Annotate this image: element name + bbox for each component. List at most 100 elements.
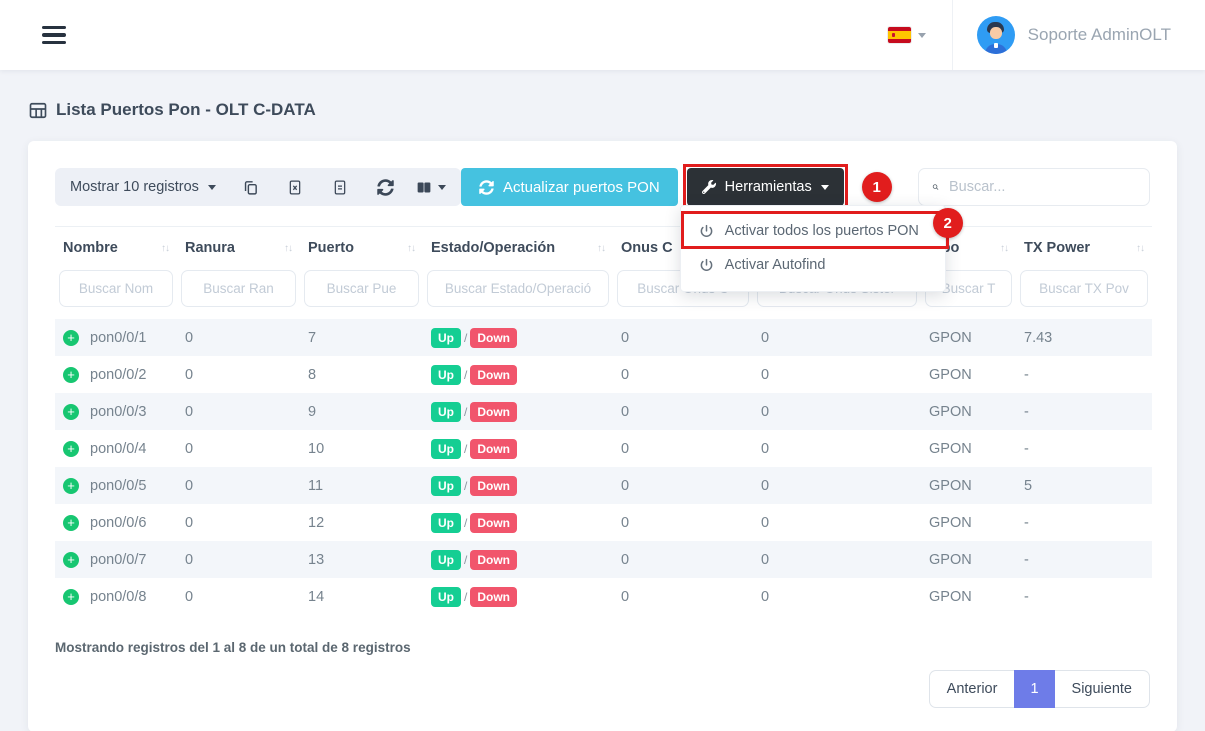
column-visibility-icon xyxy=(415,179,433,196)
cell-ranura: 0 xyxy=(177,430,300,467)
annotation-badge-2: 2 xyxy=(933,208,963,238)
status-up-badge[interactable]: Up xyxy=(431,513,461,533)
cell-estado: Up/Down xyxy=(423,467,613,504)
menu-item-2[interactable]: Activar Autofind xyxy=(681,248,945,282)
status-down-badge[interactable]: Down xyxy=(470,550,517,570)
search-icon xyxy=(932,179,939,195)
user-menu[interactable]: Soporte AdminOLT xyxy=(953,16,1205,54)
port-name: pon0/0/1 xyxy=(90,330,146,346)
pagination: Anterior1Siguiente xyxy=(929,670,1150,708)
expand-row-icon[interactable]: + xyxy=(63,367,79,383)
status-up-badge[interactable]: Up xyxy=(431,587,461,607)
cell-onus-sistema: 0 xyxy=(753,319,921,356)
name-cell-wrap: + pon0/0/5 xyxy=(55,467,177,504)
status-down-badge[interactable]: Down xyxy=(470,587,517,607)
expand-row-icon[interactable]: + xyxy=(63,478,79,494)
cell-ranura: 0 xyxy=(177,393,300,430)
file-export-button[interactable] xyxy=(318,168,363,206)
filter-input-nombre[interactable] xyxy=(59,270,173,307)
cell-puerto: 13 xyxy=(300,541,423,578)
top-navbar: Soporte AdminOLT xyxy=(0,0,1205,70)
annotation-badge-1: 1 xyxy=(862,172,892,202)
status-up-badge[interactable]: Up xyxy=(431,439,461,459)
expand-row-icon[interactable]: + xyxy=(63,589,79,605)
copy-button[interactable] xyxy=(228,168,273,206)
cell-tx-power: 5 xyxy=(1016,467,1152,504)
cell-ranura: 0 xyxy=(177,504,300,541)
status-up-badge[interactable]: Up xyxy=(431,402,461,422)
file-export-icon xyxy=(332,178,348,197)
cell-tx-power: 7.43 xyxy=(1016,319,1152,356)
status-down-badge[interactable]: Down xyxy=(470,328,517,348)
cell-tx-power: - xyxy=(1016,504,1152,541)
filter-cell-tx-power xyxy=(1016,268,1152,319)
filter-input-puerto[interactable] xyxy=(304,270,419,307)
user-name: Soporte AdminOLT xyxy=(1028,25,1171,45)
column-header-nombre[interactable]: Nombre↑↓ xyxy=(55,227,177,269)
excel-export-button[interactable] xyxy=(273,168,318,206)
language-selector[interactable] xyxy=(862,27,952,43)
cell-onus-sistema: 0 xyxy=(753,356,921,393)
status-up-badge[interactable]: Up xyxy=(431,365,461,385)
column-label: Puerto xyxy=(308,240,354,256)
column-header-estado-operacion[interactable]: Estado/Operación↑↓ xyxy=(423,227,613,269)
sort-icon: ↑↓ xyxy=(284,243,292,254)
expand-row-icon[interactable]: + xyxy=(63,330,79,346)
cell-tipo: GPON xyxy=(921,356,1016,393)
filter-input-estado-operacion[interactable] xyxy=(427,270,609,307)
column-visibility-button[interactable] xyxy=(408,168,453,206)
cell-tx-power: - xyxy=(1016,356,1152,393)
name-cell-wrap: + pon0/0/3 xyxy=(55,393,177,430)
menu-item-1[interactable]: Activar todos los puertos PON xyxy=(681,214,945,248)
cell-puerto: 7 xyxy=(300,319,423,356)
cell-tipo: GPON xyxy=(921,319,1016,356)
annotation-rect-step1: Herramientas xyxy=(683,164,848,210)
status-down-badge[interactable]: Down xyxy=(470,402,517,422)
excel-export-icon xyxy=(287,178,303,197)
table-icon xyxy=(29,102,47,119)
cell-onus-sistema: 0 xyxy=(753,467,921,504)
status-up-badge[interactable]: Up xyxy=(431,550,461,570)
chevron-down-icon xyxy=(438,185,446,190)
column-header-tx-power[interactable]: TX Power↑↓ xyxy=(1016,227,1152,269)
pagination-next[interactable]: Siguiente xyxy=(1055,670,1150,708)
filter-input-ranura[interactable] xyxy=(181,270,296,307)
port-name: pon0/0/5 xyxy=(90,478,146,494)
table-filter-row xyxy=(55,268,1152,319)
length-menu-button[interactable]: Mostrar 10 registros xyxy=(70,179,228,195)
pagination-previous[interactable]: Anterior xyxy=(929,670,1015,708)
status-down-badge[interactable]: Down xyxy=(470,513,517,533)
cell-puerto: 10 xyxy=(300,430,423,467)
status-down-badge[interactable]: Down xyxy=(470,439,517,459)
cell-onus-conectadas: 0 xyxy=(613,504,753,541)
menu-item-label: Activar todos los puertos PON xyxy=(725,223,919,239)
refresh-pon-ports-button[interactable]: Actualizar puertos PON xyxy=(461,168,678,206)
cell-estado: Up/Down xyxy=(423,319,613,356)
expand-row-icon[interactable]: + xyxy=(63,441,79,457)
port-name: pon0/0/3 xyxy=(90,404,146,420)
status-up-badge[interactable]: Up xyxy=(431,476,461,496)
cell-tipo: GPON xyxy=(921,504,1016,541)
expand-row-icon[interactable]: + xyxy=(63,404,79,420)
tools-dropdown-button[interactable]: Herramientas xyxy=(687,168,844,206)
status-down-badge[interactable]: Down xyxy=(470,476,517,496)
expand-row-icon[interactable]: + xyxy=(63,515,79,531)
table-row: +pon0/0/5011Up/Down00GPON5 xyxy=(55,467,1152,504)
cell-onus-sistema: 0 xyxy=(753,430,921,467)
status-up-badge[interactable]: Up xyxy=(431,328,461,348)
cell-estado: Up/Down xyxy=(423,504,613,541)
status-down-badge[interactable]: Down xyxy=(470,365,517,385)
menu-toggle-icon[interactable] xyxy=(42,26,66,45)
name-cell-wrap: +pon0/0/2 xyxy=(55,356,177,393)
pagination-page-1[interactable]: 1 xyxy=(1014,670,1054,708)
port-name: pon0/0/4 xyxy=(90,441,146,457)
search-input[interactable] xyxy=(949,179,1136,195)
reload-button[interactable] xyxy=(363,168,408,206)
table-toolbar: Mostrar 10 registros xyxy=(55,165,1150,209)
filter-input-tx-power[interactable] xyxy=(1020,270,1148,307)
column-header-puerto[interactable]: Puerto↑↓ xyxy=(300,227,423,269)
expand-row-icon[interactable]: + xyxy=(63,552,79,568)
cell-estado: Up/Down xyxy=(423,356,613,393)
name-cell-wrap: + pon0/0/4 xyxy=(55,430,177,467)
column-header-ranura[interactable]: Ranura↑↓ xyxy=(177,227,300,269)
